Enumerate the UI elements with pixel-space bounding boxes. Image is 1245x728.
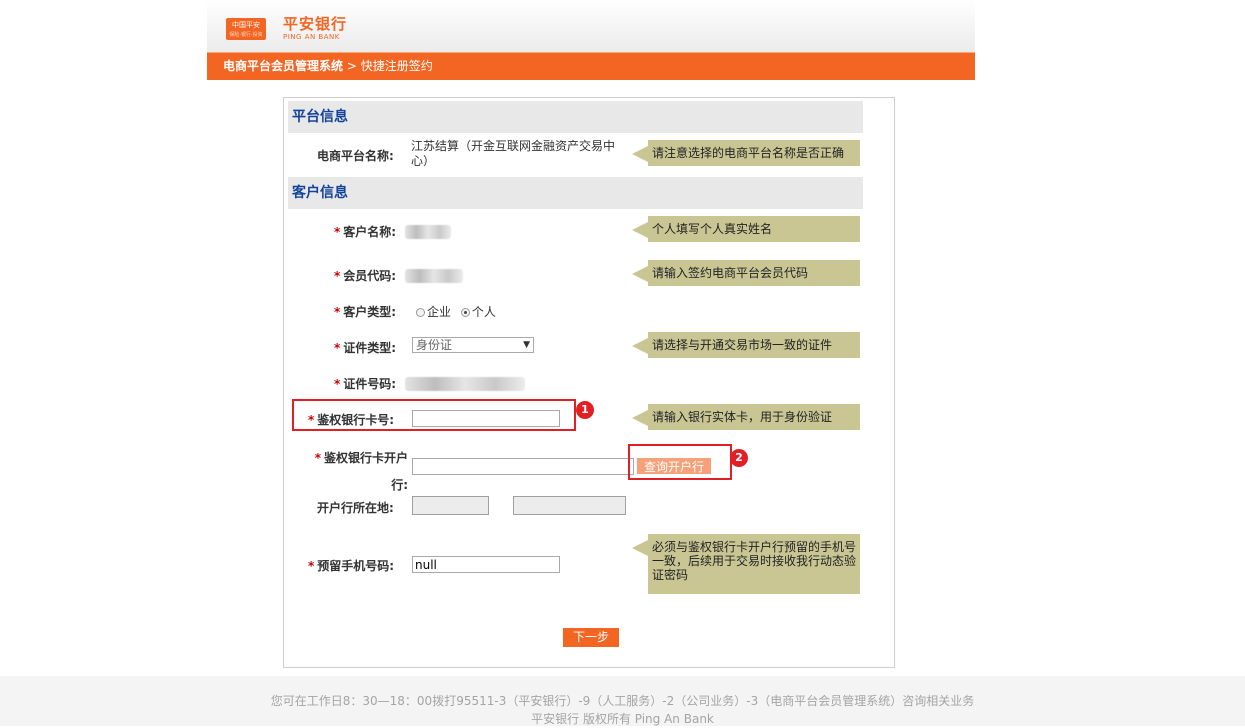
pingan-logo-mark: 中国平安 保险·银行·投资 bbox=[226, 17, 266, 40]
radio-personal[interactable] bbox=[460, 308, 470, 317]
bank-branch-label: * 鉴权银行卡开户 行: bbox=[308, 445, 408, 499]
platform-info-header: 平台信息 bbox=[288, 101, 863, 133]
card-number-label-text: 鉴权银行卡号: bbox=[317, 413, 395, 427]
phone-tip: 必须与鉴权银行卡开户行预留的手机号一致，后续用于交易时接收我行动态验证密码 bbox=[632, 534, 860, 594]
breadcrumb-current: 快捷注册签约 bbox=[360, 59, 433, 73]
platform-name-value: 江苏结算（开金互联网金融资产交易中心） bbox=[411, 139, 616, 168]
bank-branch-label-line2: 行: bbox=[391, 478, 408, 492]
radio-personal-label: 个人 bbox=[471, 305, 496, 319]
id-number-value-redacted bbox=[405, 377, 525, 391]
logo-english-name: PING AN BANK bbox=[283, 33, 340, 41]
member-code-label: * 会员代码: bbox=[334, 267, 396, 284]
required-mark: * bbox=[308, 413, 315, 427]
pingan-bank-logo[interactable]: 中国平安 保险·银行·投资 平安银行 PING AN BANK bbox=[226, 16, 347, 41]
id-type-label: * 证件类型: bbox=[334, 339, 396, 356]
logo-wordmark: 平安银行 PING AN BANK bbox=[283, 15, 348, 42]
bank-branch-label-line1: 鉴权银行卡开户 bbox=[323, 451, 408, 465]
annotation-marker-1: 1 bbox=[576, 401, 594, 419]
breadcrumb-separator: > bbox=[343, 59, 361, 73]
bank-city-field[interactable] bbox=[513, 496, 626, 515]
platform-name-tip: 请注意选择的电商平台名称是否正确 bbox=[632, 140, 860, 166]
breadcrumb: 电商平台会员管理系统 > 快捷注册签约 bbox=[207, 52, 975, 80]
phone-label: * 预留手机号码: bbox=[308, 557, 394, 574]
customer-type-option-personal[interactable]: 个人 bbox=[460, 305, 496, 319]
card-number-input[interactable] bbox=[412, 410, 560, 427]
id-type-select[interactable]: 身份证 ▼ bbox=[412, 337, 534, 353]
id-type-tip: 请选择与开通交易市场一致的证件 bbox=[632, 332, 860, 358]
dropdown-arrow-icon: ▼ bbox=[523, 340, 530, 350]
logo-mark-text: 中国平安 bbox=[232, 20, 260, 29]
id-type-label-text: 证件类型: bbox=[343, 341, 397, 355]
customer-type-label: * 客户类型: bbox=[334, 303, 396, 320]
bank-location-label: 开户行所在地: bbox=[317, 501, 394, 515]
phone-label-text: 预留手机号码: bbox=[317, 559, 395, 573]
required-mark: * bbox=[334, 305, 341, 319]
bank-branch-input[interactable] bbox=[412, 458, 634, 475]
required-mark: * bbox=[334, 225, 341, 239]
footer-copyright: 平安银行 版权所有 Ping An Bank bbox=[531, 712, 714, 726]
id-number-label: * 证件号码: bbox=[334, 375, 396, 392]
required-mark: * bbox=[314, 451, 321, 465]
site-footer: 您可在工作日8：30—18：00拨打95511-3（平安银行）-9（人工服务）-… bbox=[0, 676, 1245, 726]
platform-name-label: 电商平台名称: bbox=[317, 149, 394, 163]
customer-name-tip: 个人填写个人真实姓名 bbox=[632, 216, 860, 242]
customer-name-value-redacted bbox=[405, 225, 451, 239]
footer-service-hours: 您可在工作日8：30—18：00拨打95511-3（平安银行）-9（人工服务）-… bbox=[270, 694, 975, 708]
radio-enterprise-label: 企业 bbox=[427, 305, 452, 319]
query-bank-branch-button[interactable]: 查询开户行 bbox=[637, 458, 712, 474]
breadcrumb-root[interactable]: 电商平台会员管理系统 bbox=[223, 59, 343, 73]
customer-name-label-text: 客户名称: bbox=[343, 225, 397, 239]
radio-enterprise[interactable] bbox=[416, 308, 425, 317]
annotation-marker-2: 2 bbox=[730, 449, 748, 467]
customer-type-label-text: 客户类型: bbox=[343, 305, 397, 319]
member-code-label-text: 会员代码: bbox=[343, 269, 397, 283]
id-type-selected-value: 身份证 bbox=[416, 338, 453, 352]
required-mark: * bbox=[334, 377, 341, 391]
logo-chinese-name: 平安银行 bbox=[283, 15, 348, 33]
bank-province-field[interactable] bbox=[412, 496, 489, 515]
required-mark: * bbox=[308, 559, 315, 573]
logo-mark-subtext: 保险·银行·投资 bbox=[229, 31, 263, 38]
member-code-value-redacted bbox=[405, 269, 463, 283]
customer-type-option-company[interactable]: 企业 bbox=[416, 305, 451, 319]
phone-input[interactable] bbox=[412, 556, 560, 573]
customer-info-header: 客户信息 bbox=[288, 177, 863, 209]
card-number-tip: 请输入银行实体卡，用于身份验证 bbox=[632, 404, 860, 430]
customer-type-radio-group: 企业 个人 bbox=[416, 303, 496, 320]
id-number-label-text: 证件号码: bbox=[343, 377, 397, 391]
required-mark: * bbox=[334, 341, 341, 355]
card-number-label: * 鉴权银行卡号: bbox=[308, 411, 394, 428]
registration-form-panel: 平台信息 电商平台名称: 江苏结算（开金互联网金融资产交易中心） 请注意选择的电… bbox=[283, 97, 895, 668]
site-header: 中国平安 保险·银行·投资 平安银行 PING AN BANK bbox=[207, 0, 975, 52]
customer-name-label: * 客户名称: bbox=[334, 223, 396, 240]
member-code-tip: 请输入签约电商平台会员代码 bbox=[632, 260, 860, 286]
required-mark: * bbox=[334, 269, 341, 283]
next-step-button[interactable]: 下一步 bbox=[563, 628, 619, 647]
